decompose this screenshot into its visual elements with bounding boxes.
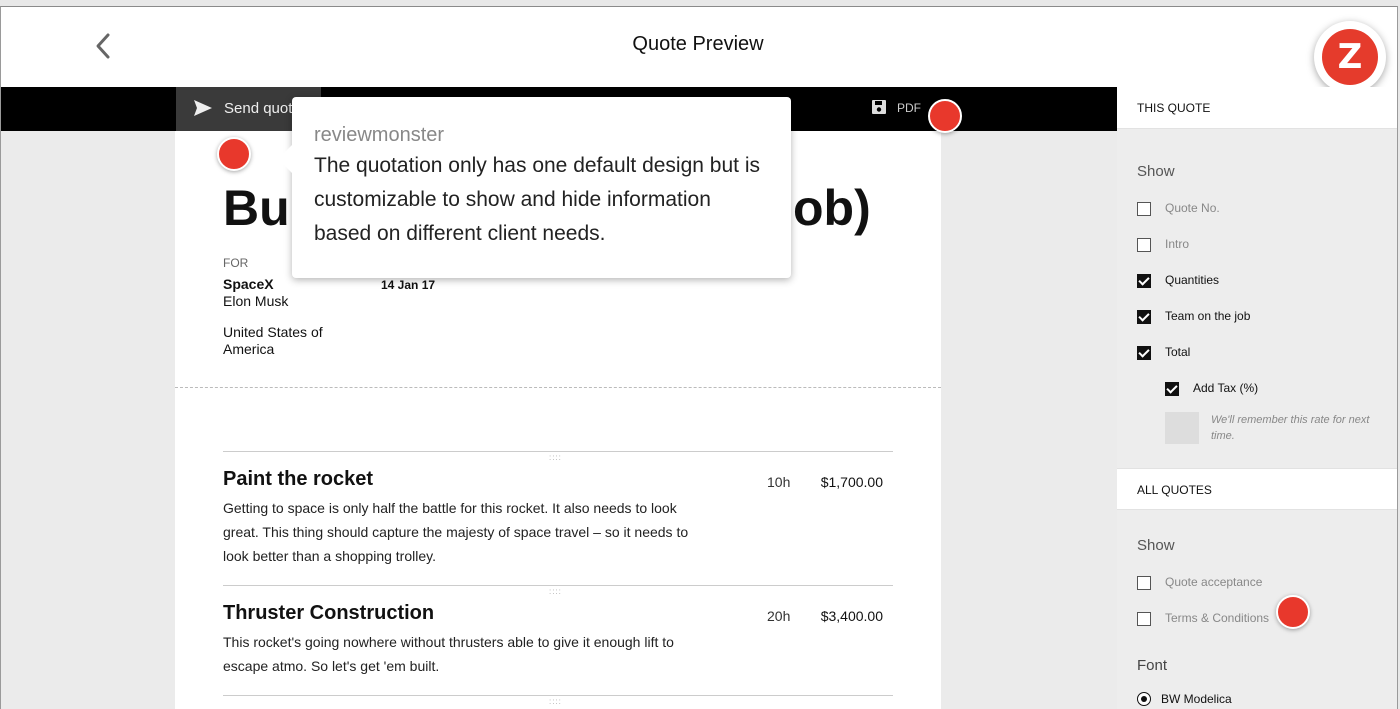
line-item[interactable]: :::: Thruster Construction This rocket's… [223, 585, 893, 695]
quote-title-end: ob) [793, 180, 871, 236]
drag-handle-icon[interactable]: :::: [549, 454, 562, 462]
line-item[interactable]: :::: [223, 695, 893, 709]
this-quote-header: THIS QUOTE [1117, 87, 1397, 129]
logo-letter: Z [1322, 29, 1378, 85]
radio-selected-icon[interactable] [1137, 692, 1151, 706]
line-item-price: $1,700.00 [820, 474, 883, 490]
line-item-description: This rocket's going nowhere without thru… [223, 634, 674, 674]
option-label: Quote No. [1165, 201, 1220, 215]
review-tooltip: reviewmonster The quotation only has one… [278, 97, 791, 278]
send-quote-label: Send quote [224, 100, 301, 117]
save-icon [872, 100, 886, 114]
drag-handle-icon[interactable]: :::: [549, 698, 562, 706]
pdf-label: PDF [897, 101, 921, 115]
checkbox[interactable] [1137, 346, 1151, 360]
app-logo[interactable]: Z [1314, 21, 1386, 93]
pdf-button[interactable]: PDF [869, 87, 921, 131]
line-item-description: Getting to space is only half the battle… [223, 500, 689, 564]
line-item-title: Thruster Construction [223, 602, 435, 624]
tax-note: We'll remember this rate for next time. [1211, 414, 1370, 442]
checkbox[interactable] [1137, 612, 1151, 626]
quote-date: 14 Jan 17 [381, 278, 436, 292]
checkbox[interactable] [1137, 238, 1151, 252]
checkbox[interactable] [1165, 382, 1179, 396]
option-label: Quote acceptance [1165, 575, 1263, 589]
all-quotes-header: ALL QUOTES [1117, 468, 1397, 510]
option-label: Team on the job [1165, 309, 1251, 323]
checkbox[interactable] [1137, 202, 1151, 216]
checkbox[interactable] [1137, 310, 1151, 324]
line-item-title: Paint the rocket [223, 468, 374, 490]
font-label: Font [1137, 657, 1168, 674]
header: Quote Preview Z [1, 7, 1397, 93]
tax-rate-input[interactable] [1165, 412, 1199, 444]
settings-sidebar: THIS QUOTE Show Quote No. Intro Quantiti… [1117, 87, 1397, 709]
for-label: FOR [223, 256, 249, 270]
app-frame: Quote Preview Z Send quote PDF Bui ob) F… [0, 6, 1398, 709]
divider [175, 387, 941, 388]
line-item-hours: 10h [767, 474, 791, 490]
hotspot-marker[interactable] [217, 137, 251, 171]
tooltip-author: reviewmonster [314, 124, 445, 146]
option-label: Terms & Conditions [1165, 611, 1270, 625]
line-item-hours: 20h [767, 608, 791, 624]
line-item-price: $3,400.00 [820, 608, 883, 624]
client-name: SpaceX [223, 276, 274, 292]
page-title: Quote Preview [632, 33, 764, 55]
checkbox[interactable] [1137, 576, 1151, 590]
drag-handle-icon[interactable]: :::: [549, 588, 562, 596]
option-label: Add Tax (%) [1193, 381, 1259, 395]
send-icon [194, 100, 212, 116]
option-label: Total [1165, 345, 1191, 359]
option-label: Quantities [1165, 273, 1220, 287]
tooltip-arrow [278, 145, 292, 173]
hotspot-marker[interactable] [928, 99, 962, 133]
tooltip-message: The quotation only has one default desig… [314, 154, 760, 245]
line-item[interactable]: :::: Paint the rocket Getting to space i… [223, 451, 893, 585]
client-contact: Elon Musk [223, 293, 289, 309]
option-label: Intro [1165, 237, 1190, 251]
checkbox[interactable] [1137, 274, 1151, 288]
font-option-label: BW Modelica [1161, 692, 1232, 706]
show-label: Show [1137, 163, 1175, 180]
client-country: United States of America [223, 324, 323, 357]
hotspot-marker[interactable] [1276, 595, 1310, 629]
show-label: Show [1137, 537, 1175, 554]
